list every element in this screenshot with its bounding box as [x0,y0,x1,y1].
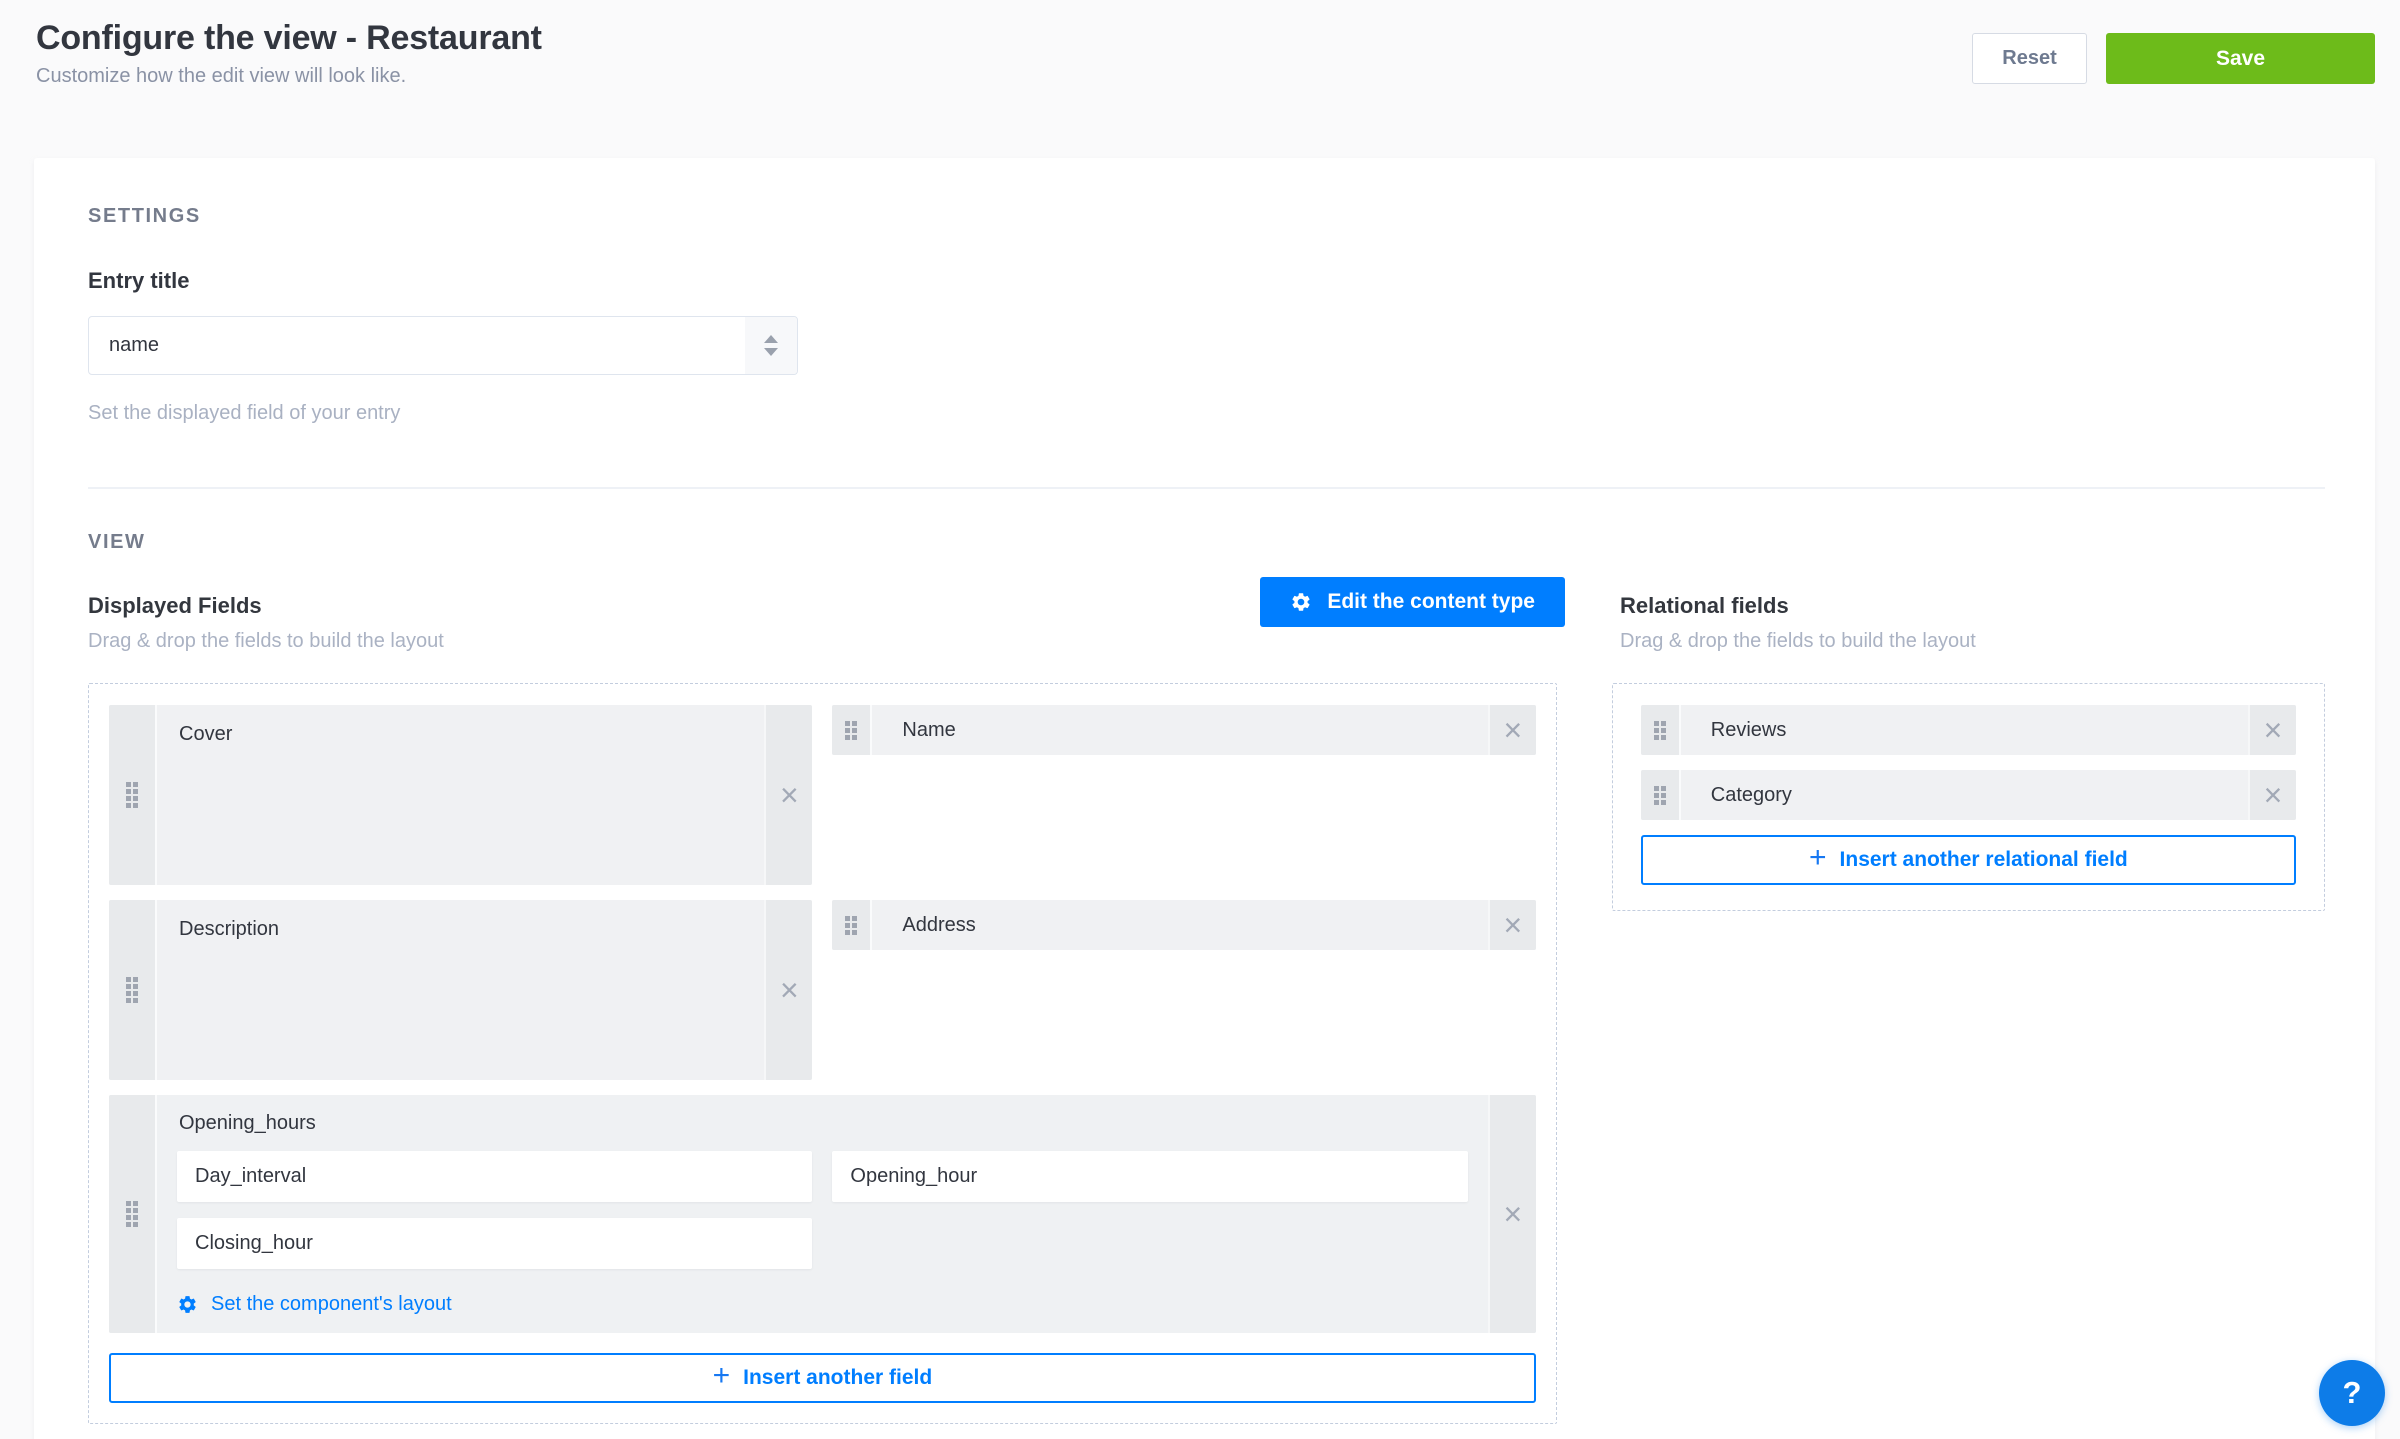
drag-handle-icon [845,916,857,935]
gear-icon [1290,591,1312,613]
close-icon: × [1503,1198,1522,1230]
reset-button[interactable]: Reset [1972,33,2087,84]
entry-title-label: Entry title [88,268,2325,294]
relational-fields-hint: Drag & drop the fields to build the layo… [1620,629,1976,653]
header-actions: Reset Save [1972,33,2375,84]
arrow-up-icon [764,335,778,343]
edit-content-type-label: Edit the content type [1327,590,1535,614]
close-icon: × [1503,909,1522,941]
drag-handle[interactable] [109,1095,157,1333]
field-label: Reviews [1681,705,2248,755]
settings-section-label: SETTINGS [88,205,2325,228]
edit-content-type-button[interactable]: Edit the content type [1260,577,1565,627]
dropzones-row: Cover × Name × [88,683,2325,1424]
drag-handle[interactable] [832,705,872,755]
save-button[interactable]: Save [2106,33,2375,84]
remove-field-button[interactable]: × [764,900,812,1080]
entry-title-select[interactable]: name [88,316,798,375]
close-icon: × [1503,714,1522,746]
drag-handle-icon [126,1201,138,1227]
subfield-day-interval: Day_interval [177,1151,812,1202]
remove-component-button[interactable]: × [1488,1095,1536,1333]
remove-field-button[interactable]: × [1488,900,1536,950]
insert-field-label: Insert another field [743,1366,932,1390]
set-component-layout-label: Set the component's layout [211,1293,452,1316]
select-arrows-icon[interactable] [745,317,797,374]
field-name[interactable]: Name × [832,705,1535,755]
remove-field-button[interactable]: × [2248,705,2296,755]
field-label: Description [157,900,764,1080]
page-title: Configure the view - Restaurant [36,16,542,60]
remove-field-button[interactable]: × [2248,770,2296,820]
gear-icon [177,1294,198,1315]
component-label: Opening_hours [177,1111,1468,1135]
component-body: Opening_hours Day_interval Opening_hour … [157,1095,1488,1333]
drag-handle[interactable] [109,900,157,1080]
field-cover[interactable]: Cover × [109,705,812,885]
drag-handle-icon [845,721,857,740]
relational-fields-dropzone: Reviews × Category × + Insert another re… [1612,683,2325,911]
remove-field-button[interactable]: × [764,705,812,885]
field-label: Name [872,705,1487,755]
displayed-fields-dropzone: Cover × Name × [88,683,1557,1424]
remove-field-button[interactable]: × [1488,705,1536,755]
displayed-fields-hint: Drag & drop the fields to build the layo… [88,629,1565,653]
question-mark-icon: ? [2343,1375,2362,1411]
component-opening-hours[interactable]: Opening_hours Day_interval Opening_hour … [109,1095,1536,1333]
close-icon: × [780,779,799,811]
entry-title-hint: Set the displayed field of your entry [88,401,2325,425]
drag-handle[interactable] [832,900,872,950]
relational-fields-heading: Relational fields Drag & drop the fields… [1620,592,1976,653]
drag-handle[interactable] [1641,770,1681,820]
relational-fields-title: Relational fields [1620,592,1976,619]
view-section-label: VIEW [88,531,2325,554]
insert-relational-field-button[interactable]: + Insert another relational field [1641,835,2296,885]
fields-row-1: Cover × Name × [109,705,1536,885]
insert-field-button[interactable]: + Insert another field [109,1353,1536,1403]
page-header-text: Configure the view - Restaurant Customiz… [36,16,542,89]
configure-view-card: SETTINGS Entry title name Set the displa… [34,158,2375,1439]
drag-handle-icon [1654,786,1666,805]
field-label: Address [872,900,1487,950]
field-reviews[interactable]: Reviews × [1641,705,2296,755]
plus-icon: + [713,1361,731,1391]
drag-handle-icon [126,977,138,1003]
set-component-layout-link[interactable]: Set the component's layout [177,1293,452,1316]
arrow-down-icon [764,348,778,356]
subfield-opening-hour: Opening_hour [832,1151,1467,1202]
close-icon: × [780,974,799,1006]
field-description[interactable]: Description × [109,900,812,1080]
drag-handle-icon [126,782,138,808]
view-headings-row: Displayed Fields Drag & drop the fields … [88,592,2325,653]
drag-handle[interactable] [109,705,157,885]
fields-row-2: Description × Address × [109,900,1536,1080]
component-subfields: Day_interval Opening_hour Closing_hour [177,1151,1468,1269]
drag-handle[interactable] [1641,705,1681,755]
field-label: Category [1681,770,2248,820]
subfield-closing-hour: Closing_hour [177,1218,812,1269]
close-icon: × [2264,714,2283,746]
field-category[interactable]: Category × [1641,770,2296,820]
plus-icon: + [1809,843,1827,873]
page-subtitle: Customize how the edit view will look li… [36,63,542,89]
help-button[interactable]: ? [2319,1360,2385,1426]
insert-relational-field-label: Insert another relational field [1840,848,2128,872]
close-icon: × [2264,779,2283,811]
page-header: Configure the view - Restaurant Customiz… [0,0,2400,89]
field-address[interactable]: Address × [832,900,1535,950]
displayed-fields-heading: Displayed Fields Drag & drop the fields … [88,592,1565,653]
entry-title-selected-value: name [89,317,159,374]
drag-handle-icon [1654,721,1666,740]
section-divider [88,487,2325,489]
field-label: Cover [157,705,764,885]
